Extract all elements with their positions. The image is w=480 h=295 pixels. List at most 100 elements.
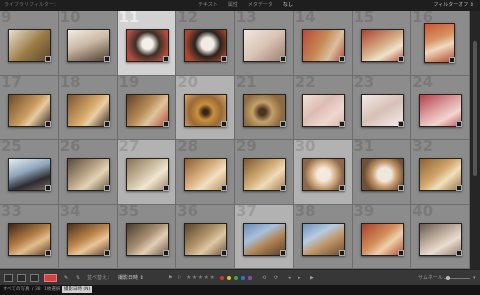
metadata-badge-icon[interactable] bbox=[162, 185, 169, 191]
photo-thumbnail[interactable] bbox=[360, 93, 404, 127]
photo-thumbnail[interactable] bbox=[360, 158, 404, 191]
rotate-left-icon[interactable]: ⟲ bbox=[262, 273, 266, 283]
photo-thumbnail[interactable] bbox=[301, 93, 345, 127]
photo-thumbnail[interactable] bbox=[66, 93, 110, 127]
photo-thumbnail[interactable] bbox=[360, 222, 404, 256]
metadata-badge-icon[interactable] bbox=[338, 185, 345, 191]
metadata-badge-icon[interactable] bbox=[449, 57, 456, 63]
grid-cell[interactable]: 38 bbox=[293, 204, 353, 269]
photo-thumbnail[interactable] bbox=[125, 29, 169, 62]
metadata-badge-icon[interactable] bbox=[338, 56, 345, 62]
photo-thumbnail[interactable] bbox=[184, 29, 228, 62]
photo-thumbnail[interactable] bbox=[301, 158, 345, 191]
photo-thumbnail[interactable] bbox=[125, 93, 169, 127]
grid-view-icon[interactable] bbox=[4, 274, 13, 282]
grid-cell[interactable]: 29 bbox=[235, 140, 294, 205]
color-label-yellow[interactable] bbox=[227, 276, 231, 280]
metadata-badge-icon[interactable] bbox=[162, 120, 169, 127]
metadata-badge-icon[interactable] bbox=[221, 249, 228, 256]
photo-thumbnail[interactable] bbox=[243, 222, 286, 256]
metadata-badge-icon[interactable] bbox=[221, 56, 228, 62]
metadata-badge-icon[interactable] bbox=[397, 120, 404, 127]
color-label-purple[interactable] bbox=[248, 276, 252, 280]
metadata-badge-icon[interactable] bbox=[280, 56, 286, 62]
photo-thumbnail[interactable] bbox=[360, 29, 404, 62]
grid-cell[interactable]: 30 bbox=[293, 140, 353, 205]
sort-direction-icon[interactable]: ⇅ bbox=[76, 273, 80, 283]
previous-photo-icon[interactable]: ◂ bbox=[288, 273, 291, 283]
photo-thumbnail[interactable] bbox=[424, 23, 456, 63]
metadata-badge-icon[interactable] bbox=[280, 120, 286, 127]
metadata-badge-icon[interactable] bbox=[456, 249, 463, 256]
tab-attribute[interactable]: 属性 bbox=[228, 0, 238, 11]
flag-reject-icon[interactable]: ⚐ bbox=[177, 273, 181, 283]
color-label-blue[interactable] bbox=[241, 276, 245, 280]
toolbar-menu-icon[interactable]: ▾ bbox=[473, 273, 476, 283]
metadata-badge-icon[interactable] bbox=[280, 185, 286, 191]
metadata-badge-icon[interactable] bbox=[221, 120, 228, 127]
photo-thumbnail[interactable] bbox=[243, 158, 286, 191]
grid-scrollbar[interactable] bbox=[470, 11, 480, 269]
photo-thumbnail[interactable] bbox=[243, 93, 286, 127]
grid-cell[interactable]: 27 bbox=[117, 140, 177, 205]
grid-cell[interactable]: 31 bbox=[352, 140, 412, 205]
grid-cell[interactable]: 14 bbox=[293, 11, 353, 76]
photo-thumbnail[interactable] bbox=[66, 158, 110, 191]
photo-thumbnail[interactable] bbox=[66, 29, 110, 62]
photo-thumbnail[interactable] bbox=[419, 93, 463, 127]
metadata-badge-icon[interactable] bbox=[280, 249, 286, 256]
metadata-badge-icon[interactable] bbox=[45, 249, 51, 256]
grid-cell[interactable]: 17 bbox=[0, 75, 59, 140]
grid-cell[interactable]: 26 bbox=[58, 140, 118, 205]
painter-icon[interactable]: ✎ bbox=[64, 273, 68, 283]
metadata-badge-icon[interactable] bbox=[103, 185, 110, 191]
grid-cell[interactable]: 40 bbox=[411, 204, 470, 269]
grid-cell[interactable]: 24 bbox=[411, 75, 470, 140]
thumbnail-slider-handle[interactable] bbox=[446, 276, 450, 280]
grid-cell[interactable]: 13 bbox=[235, 11, 294, 76]
photo-thumbnail[interactable] bbox=[125, 222, 169, 256]
grid-cell[interactable]: 28 bbox=[176, 140, 235, 205]
photo-thumbnail[interactable] bbox=[8, 158, 51, 191]
tab-none[interactable]: なし bbox=[283, 0, 293, 11]
grid-cell[interactable]: 15 bbox=[352, 11, 412, 76]
survey-view-icon[interactable] bbox=[44, 274, 57, 282]
metadata-badge-icon[interactable] bbox=[397, 249, 404, 256]
metadata-badge-icon[interactable] bbox=[456, 120, 463, 127]
grid-cell[interactable]: 39 bbox=[352, 204, 412, 269]
loupe-view-icon[interactable] bbox=[17, 274, 26, 282]
compare-view-icon[interactable] bbox=[30, 274, 39, 282]
metadata-badge-icon[interactable] bbox=[338, 249, 345, 256]
grid-cell[interactable]: 11 bbox=[117, 11, 177, 76]
flag-pick-icon[interactable]: ⚑ bbox=[168, 273, 172, 283]
photo-thumbnail[interactable] bbox=[184, 93, 228, 127]
metadata-badge-icon[interactable] bbox=[45, 120, 51, 127]
photo-thumbnail[interactable] bbox=[8, 222, 51, 256]
metadata-badge-icon[interactable] bbox=[103, 120, 110, 127]
metadata-badge-icon[interactable] bbox=[162, 56, 169, 62]
photo-thumbnail[interactable] bbox=[243, 29, 286, 62]
status-library[interactable]: すべての写真 bbox=[3, 285, 30, 295]
grid-cell[interactable]: 16 bbox=[411, 11, 470, 76]
star-rating[interactable]: ★★★★★ bbox=[186, 273, 215, 283]
grid-cell[interactable]: 22 bbox=[293, 75, 353, 140]
grid-cell[interactable]: 12 bbox=[176, 11, 235, 76]
tab-text[interactable]: テキスト bbox=[198, 0, 218, 11]
metadata-badge-icon[interactable] bbox=[221, 185, 228, 191]
photo-thumbnail[interactable] bbox=[301, 222, 345, 256]
color-label-green[interactable] bbox=[234, 276, 238, 280]
grid-cell[interactable]: 10 bbox=[58, 11, 118, 76]
grid-cell[interactable]: 35 bbox=[117, 204, 177, 269]
metadata-badge-icon[interactable] bbox=[397, 56, 404, 62]
grid-cell[interactable]: 37 bbox=[235, 204, 294, 269]
metadata-badge-icon[interactable] bbox=[103, 249, 110, 256]
photo-thumbnail[interactable] bbox=[184, 222, 228, 256]
photo-thumbnail[interactable] bbox=[8, 29, 51, 62]
grid-cell[interactable]: 23 bbox=[352, 75, 412, 140]
grid-cell[interactable]: 21 bbox=[235, 75, 294, 140]
photo-thumbnail[interactable] bbox=[419, 222, 463, 256]
metadata-badge-icon[interactable] bbox=[397, 185, 404, 191]
photo-thumbnail[interactable] bbox=[125, 158, 169, 191]
slideshow-play-icon[interactable]: ▶ bbox=[310, 273, 314, 283]
next-photo-icon[interactable]: ▸ bbox=[298, 273, 301, 283]
